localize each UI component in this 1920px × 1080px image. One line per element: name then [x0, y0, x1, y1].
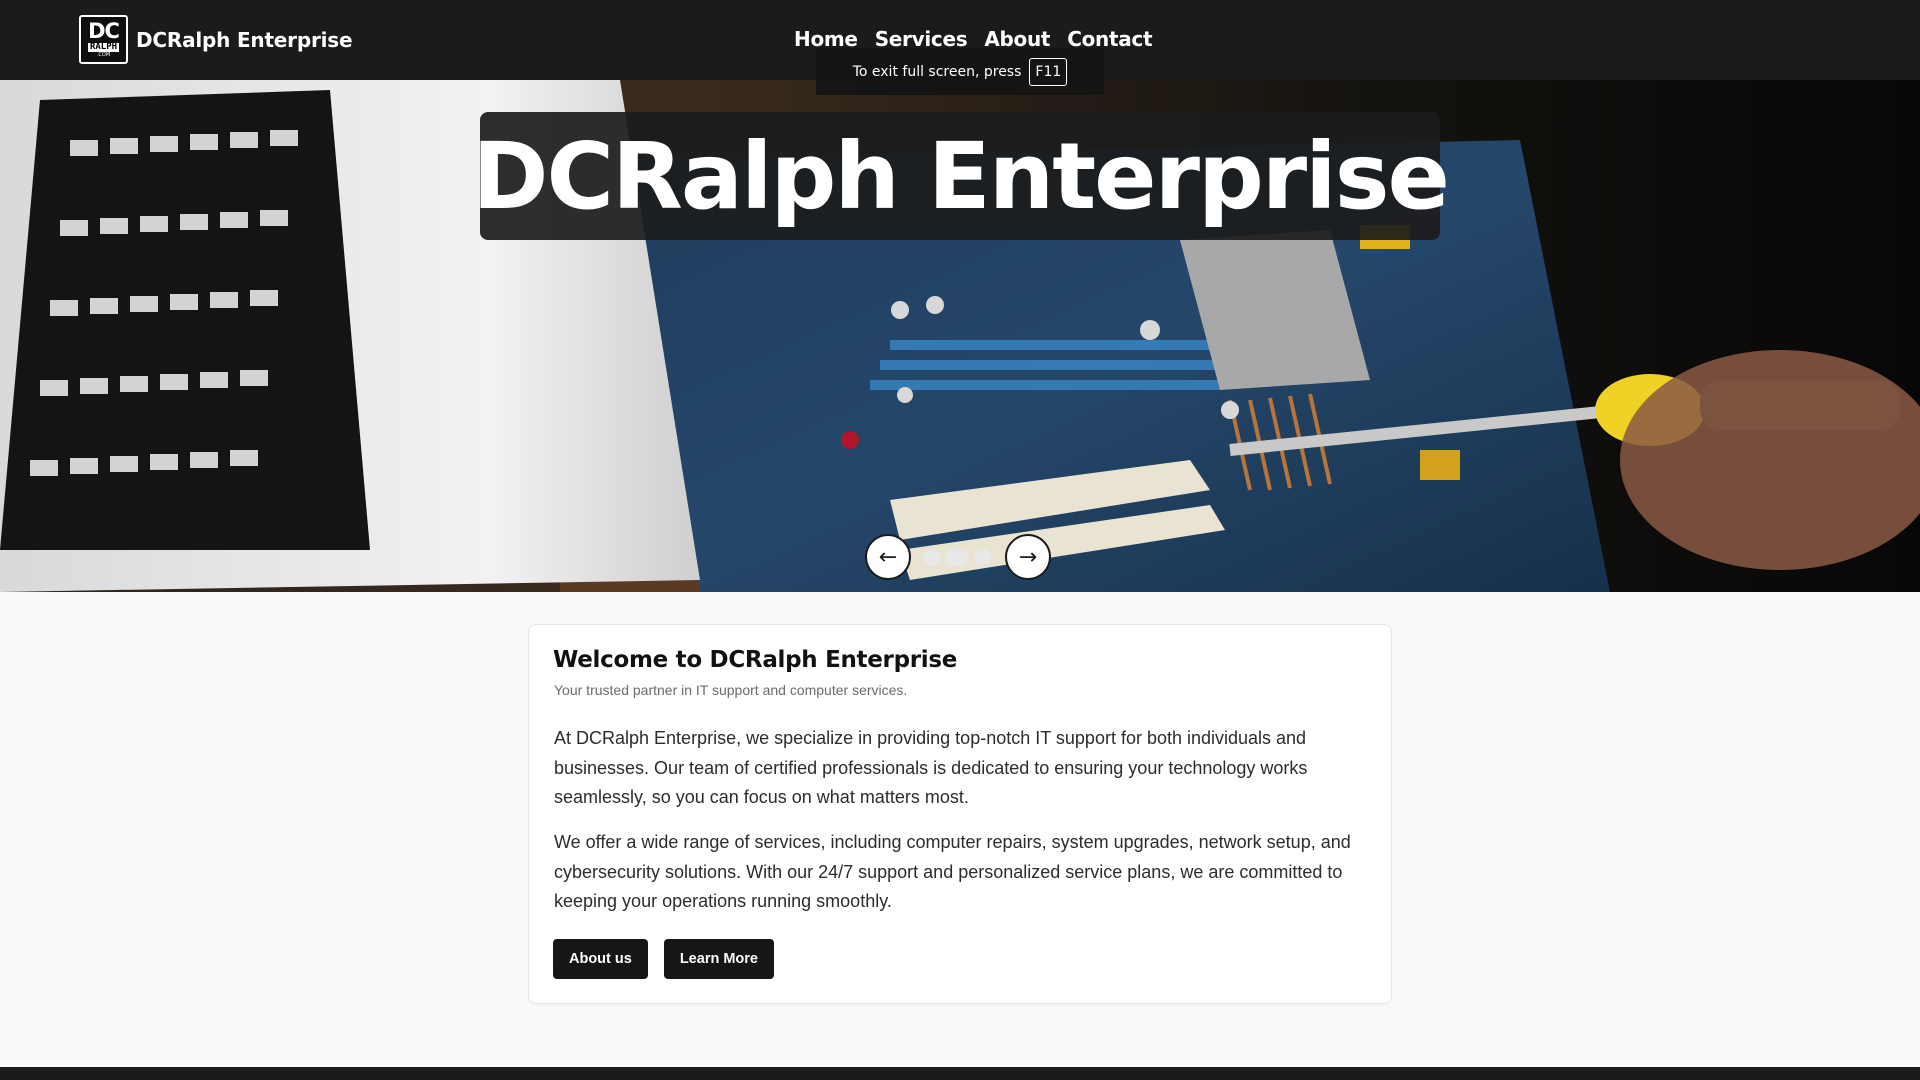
- logo: DC RALPH .COM: [79, 15, 128, 64]
- welcome-card: Welcome to DCRalph Enterprise Your trust…: [528, 624, 1392, 1004]
- brand-name: DCRalph Enterprise: [136, 27, 353, 52]
- welcome-title: Welcome to DCRalph Enterprise: [553, 647, 958, 673]
- carousel-dot-3[interactable]: [974, 548, 991, 566]
- hero-title: DCRalph Enterprise: [472, 122, 1450, 230]
- fullscreen-notice: To exit full screen, press F11: [816, 48, 1104, 95]
- brand-link[interactable]: DC RALPH .COM DCRalph Enterprise: [79, 15, 353, 64]
- fullscreen-key: F11: [1029, 57, 1068, 86]
- footer: [0, 1067, 1920, 1080]
- carousel-dot-1[interactable]: [923, 548, 940, 566]
- carousel-controls: ← →: [865, 534, 1051, 580]
- carousel-dot-2[interactable]: [945, 548, 969, 566]
- welcome-subtitle: Your trusted partner in IT support and c…: [554, 682, 908, 698]
- carousel-indicators: [923, 548, 991, 566]
- welcome-actions: About us Learn More: [553, 939, 774, 979]
- arrow-left-icon: ←: [878, 544, 898, 570]
- logo-text-ralph: RALPH: [87, 42, 120, 52]
- logo-text-com: .COM: [96, 52, 111, 58]
- carousel-next-button[interactable]: →: [1005, 534, 1051, 580]
- arrow-right-icon: →: [1018, 544, 1038, 570]
- hero-carousel: DCRalph Enterprise ← →: [0, 80, 1920, 592]
- welcome-paragraph-2: We offer a wide range of services, inclu…: [554, 832, 1351, 911]
- carousel-prev-button[interactable]: ←: [865, 534, 911, 580]
- hero-title-box: DCRalph Enterprise: [472, 112, 1450, 240]
- welcome-paragraph-1: At DCRalph Enterprise, we specialize in …: [554, 728, 1308, 807]
- about-us-button[interactable]: About us: [553, 939, 648, 979]
- logo-text-dc: DC: [88, 19, 120, 43]
- fullscreen-notice-text: To exit full screen, press: [852, 63, 1022, 80]
- learn-more-button[interactable]: Learn More: [663, 939, 774, 979]
